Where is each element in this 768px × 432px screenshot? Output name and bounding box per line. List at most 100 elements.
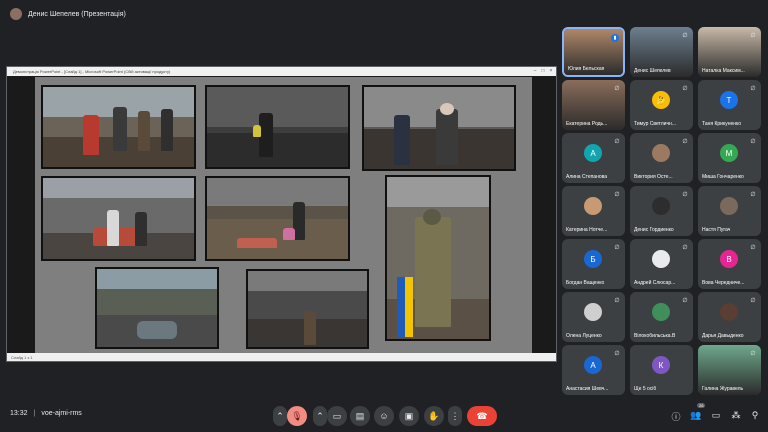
slide-counter: Слайд 1 з 1 — [11, 354, 33, 360]
people-icon[interactable]: 👥 — [690, 410, 702, 421]
mic-off-icon[interactable]: 🎙 — [287, 406, 307, 426]
participant-tile[interactable]: М ∅ Миша Гончаренко — [698, 133, 761, 183]
participant-name: Миша Гончаренко — [702, 174, 744, 180]
participant-tile[interactable]: ∅ Денис Гордиенко — [630, 186, 693, 236]
participant-tile[interactable]: Т ∅ Таня Крикуненко — [698, 80, 761, 130]
avatar: В — [720, 250, 738, 268]
mic-off-icon: ∅ — [750, 33, 756, 39]
participant-tile[interactable]: ∅ Вілокобильська.В — [630, 292, 693, 342]
slide-photo — [205, 85, 350, 169]
chat-icon[interactable]: ▭ — [710, 410, 722, 421]
separator: | — [33, 410, 36, 417]
participant-name: Вова Чередниче... — [702, 280, 745, 286]
present-icon[interactable]: ▣ — [399, 406, 419, 426]
participant-name: Настя Пугач — [702, 227, 731, 233]
slide-area — [7, 76, 556, 355]
participant-name: Дарья Давыденко — [702, 333, 744, 339]
slide-photo — [41, 85, 196, 169]
mic-off-icon: ∅ — [682, 33, 688, 39]
participant-name: Денис Гордиенко — [634, 227, 674, 233]
avatar: 🤔 — [652, 91, 670, 109]
avatar — [720, 197, 738, 215]
clock: 13:32 — [10, 410, 28, 417]
emoji-icon[interactable]: ☺ — [374, 406, 394, 426]
participant-tile[interactable]: ∅ Катерина Нотче... — [562, 186, 625, 236]
avatar — [652, 303, 670, 321]
mic-off-icon: ∅ — [682, 139, 688, 145]
meeting-info: 13:32 | voe-ajmi-rms — [10, 410, 82, 417]
participant-tile[interactable]: В ∅ Вова Чередниче... — [698, 239, 761, 289]
speaking-icon: ▮ — [611, 34, 619, 42]
participant-tile[interactable]: ∅ Денис Шепелев — [630, 27, 693, 77]
participant-name: Катерина Нотче... — [566, 227, 608, 233]
mic-options-chevron-up-icon[interactable]: ⌃ — [273, 406, 287, 426]
participant-name: Ще 5 осіб — [634, 386, 657, 392]
meeting-code: voe-ajmi-rms — [41, 410, 82, 417]
participant-name: Вілокобильська.В — [634, 333, 676, 339]
participant-tile[interactable]: ∅ Галина Журавель — [698, 345, 761, 395]
avatar — [652, 144, 670, 162]
camera-icon[interactable]: ▭ — [327, 406, 347, 426]
lock-icon[interactable]: ⚲ — [749, 410, 761, 421]
mic-off-icon: ∅ — [682, 192, 688, 198]
participant-tile[interactable]: 🤔 ∅ Тимур Светличн... — [630, 80, 693, 130]
slide-photo — [95, 267, 219, 349]
close-icon: × — [549, 68, 553, 74]
participant-tile[interactable]: ∅ Виктория Осте... — [630, 133, 693, 183]
captions-icon[interactable]: ▤ — [350, 406, 370, 426]
slide-photo — [246, 269, 369, 349]
participant-name: Виктория Осте... — [634, 174, 673, 180]
participant-name: Алина Степанова — [566, 174, 608, 180]
mic-off-icon: ∅ — [750, 298, 756, 304]
participant-tile[interactable]: ∅ Наталка Максим... — [698, 27, 761, 77]
participant-tile[interactable]: ∅ Андрей Слюсар... — [630, 239, 693, 289]
camera-options-chevron-up-icon[interactable]: ⌃ — [313, 406, 327, 426]
avatar: Т — [720, 91, 738, 109]
mic-off-icon: ∅ — [750, 139, 756, 145]
hangup-icon[interactable]: ☎ — [467, 406, 497, 426]
presenter-avatar — [10, 8, 22, 20]
avatar: А — [584, 144, 602, 162]
mic-off-icon: ∅ — [614, 351, 620, 357]
powerpoint-statusbar: Слайд 1 з 1 — [7, 353, 556, 361]
participant-name: Галина Журавель — [702, 386, 744, 392]
slide-photo — [41, 176, 196, 261]
activities-icon[interactable]: ⁂ — [730, 410, 742, 421]
participant-name: Олена Луценко — [566, 333, 602, 339]
participant-tile[interactable]: А ∅ Алина Степанова — [562, 133, 625, 183]
mic-off-icon: ∅ — [614, 192, 620, 198]
participant-tile[interactable]: ∅ Екатерина Родь... — [562, 80, 625, 130]
info-icon[interactable]: ⓘ — [670, 410, 682, 423]
presenter-title: Денис Шепелев (Презентація) — [28, 10, 126, 18]
mic-off-icon: ∅ — [614, 139, 620, 145]
participant-name: Юлия Бельская — [568, 66, 605, 72]
bottom-bar: 13:32 | voe-ajmi-rms ⌃ 🎙 ⌃ ▭ ▤ ☺ ▣ ✋ ⋮ ☎… — [0, 400, 768, 432]
participant-name: Богдан Ващенко — [566, 280, 605, 286]
participant-tile[interactable]: Б ∅ Богдан Ващенко — [562, 239, 625, 289]
more-icon[interactable]: ⋮ — [448, 406, 462, 426]
avatar — [652, 250, 670, 268]
participant-tile[interactable]: А ∅ Анастасия Шевч... — [562, 345, 625, 395]
slide-photo — [362, 85, 516, 171]
mic-off-icon: ∅ — [682, 245, 688, 251]
slide-photo — [205, 176, 350, 261]
avatar — [652, 197, 670, 215]
minimize-icon: – — [533, 68, 537, 74]
mic-off-icon: ∅ — [614, 86, 620, 92]
mic-off-icon: ∅ — [614, 245, 620, 251]
avatar — [584, 197, 602, 215]
participant-tile[interactable]: ▮ Юлия Бельская — [562, 27, 625, 77]
participant-tile[interactable]: ∅ Настя Пугач — [698, 186, 761, 236]
raise-hand-icon[interactable]: ✋ — [424, 406, 444, 426]
participant-tile[interactable]: ∅ Дарья Давыденко — [698, 292, 761, 342]
mic-off-icon: ∅ — [614, 298, 620, 304]
participant-tile[interactable]: К Ще 5 осіб — [630, 345, 693, 395]
participant-tile[interactable]: ∅ Олена Луценко — [562, 292, 625, 342]
avatar — [584, 303, 602, 321]
participant-name: Андрей Слюсар... — [634, 280, 676, 286]
avatar: М — [720, 144, 738, 162]
participant-name: Екатерина Родь... — [566, 121, 608, 127]
mic-off-icon: ∅ — [750, 86, 756, 92]
slide-photo — [385, 175, 491, 341]
participant-name: Наталка Максим... — [702, 68, 745, 74]
